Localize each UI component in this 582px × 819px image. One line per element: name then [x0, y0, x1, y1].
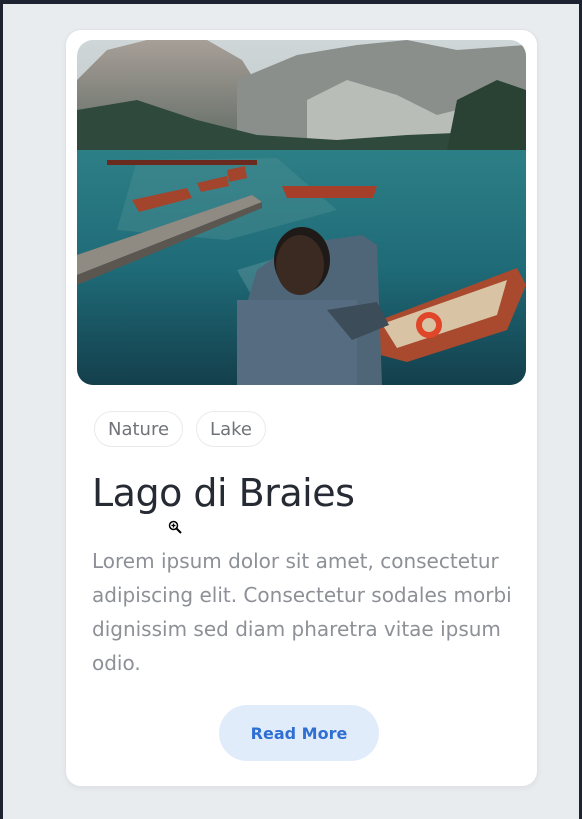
zoom-in-cursor-icon — [168, 519, 182, 538]
card-title: Lago di Braies — [92, 471, 355, 515]
window-top-border — [0, 0, 582, 4]
tag-nature[interactable]: Nature — [94, 411, 184, 447]
blog-card: Nature Lake Lago di Braies Lorem ipsum d… — [65, 29, 538, 787]
tag-list: Nature Lake — [94, 411, 266, 447]
card-description: Lorem ipsum dolor sit amet, consectetur … — [92, 549, 512, 675]
window-left-border — [0, 0, 3, 819]
lake-photo — [77, 40, 526, 385]
tag-lake[interactable]: Lake — [196, 411, 266, 447]
read-more-button[interactable]: Read More — [219, 705, 379, 761]
